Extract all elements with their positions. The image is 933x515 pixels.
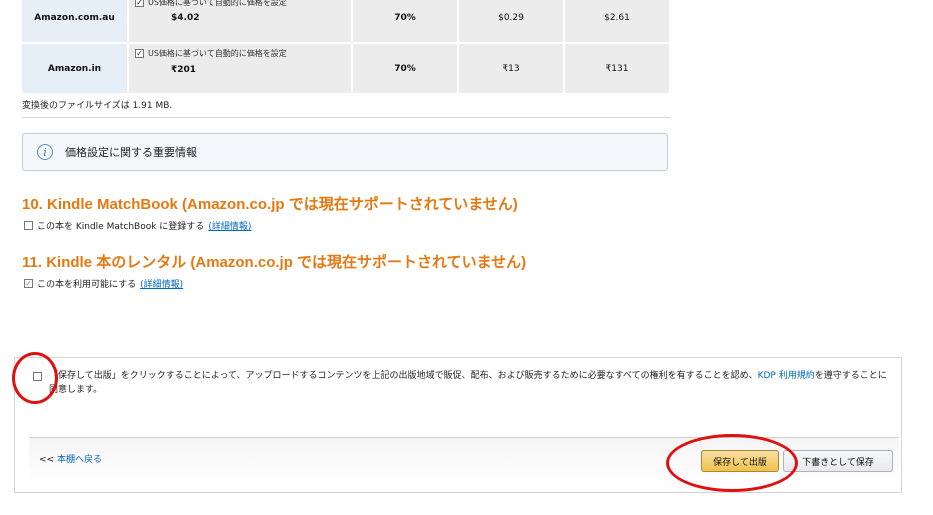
pricing-row: Amazon.in ✓ US価格に基づいて自動的に価格を設定 ₹201 70% … (22, 44, 669, 93)
auto-price-label: US価格に基づいて自動的に価格を設定 (148, 49, 287, 58)
list-price: $4.02 (171, 13, 200, 23)
lending-checkbox[interactable]: ✓ (24, 279, 33, 288)
matchbook-checkbox[interactable] (24, 221, 33, 230)
agreement-text: 「保存して出版」をクリックすることによって、アップロードするコンテンツを上記の出… (49, 371, 758, 381)
auto-price-checkbox[interactable]: ✓ (135, 49, 144, 58)
section-title-matchbook: 10. Kindle MatchBook (Amazon.co.jp では現在サ… (22, 196, 518, 213)
section-title-lending: 11. Kindle 本のレンタル (Amazon.co.jp では現在サポート… (22, 254, 527, 271)
royalty-rate: 70% (353, 0, 457, 42)
divider (22, 117, 670, 118)
footer-bar: << 本棚へ戻る 保存して出版 下書きとして保存 (29, 437, 899, 488)
lending-label: この本を利用可能にする (37, 280, 137, 290)
list-price: ₹201 (171, 65, 197, 75)
back-arrows: << (39, 455, 55, 465)
matchbook-details-link[interactable]: (詳細情報) (208, 219, 251, 232)
back-label: 本棚へ戻る (56, 455, 102, 465)
auto-price-option[interactable]: ✓ US価格に基づいて自動的に価格を設定 (135, 48, 287, 59)
market-name: Amazon.in (22, 44, 127, 93)
matchbook-option: この本を Kindle MatchBook に登録する (詳細情報) (24, 219, 251, 232)
delivery-fee: ₹13 (459, 44, 563, 93)
back-to-bookshelf-link[interactable]: << 本棚へ戻る (39, 452, 102, 465)
price-cell: ✓ US価格に基づいて自動的に価格を設定 ₹201 (129, 44, 351, 93)
pricing-info-box[interactable]: i 価格設定に関する重要情報 (22, 133, 668, 171)
lending-details-link[interactable]: (詳細情報) (140, 277, 183, 290)
file-size-text: 変換後のファイルサイズは 1.91 MB. (22, 101, 173, 111)
save-as-draft-button[interactable]: 下書きとして保存 (783, 450, 893, 472)
auto-price-checkbox[interactable]: ✓ (135, 0, 144, 7)
info-icon: i (37, 144, 53, 160)
kdp-terms-link[interactable]: KDP 利用規約 (758, 371, 815, 381)
market-name: Amazon.com.au (22, 0, 127, 42)
publish-panel: 「保存して出版」をクリックすることによって、アップロードするコンテンツを上記の出… (14, 357, 902, 493)
delivery-fee: $0.29 (459, 0, 563, 42)
royalty-amount: $2.61 (565, 0, 669, 42)
agreement: 「保存して出版」をクリックすることによって、アップロードするコンテンツを上記の出… (33, 369, 893, 397)
royalty-rate: 70% (353, 44, 457, 93)
auto-price-option[interactable]: ✓ US価格に基づいて自動的に価格を設定 (135, 0, 287, 8)
info-box-text: 価格設定に関する重要情報 (65, 146, 197, 159)
agreement-checkbox[interactable] (33, 372, 42, 381)
royalty-amount: ₹131 (565, 44, 669, 93)
matchbook-label: この本を Kindle MatchBook に登録する (37, 222, 205, 232)
pricing-row: Amazon.com.au ✓ US価格に基づいて自動的に価格を設定 $4.02… (22, 0, 669, 42)
lending-option: ✓ この本を利用可能にする (詳細情報) (24, 277, 183, 290)
save-and-publish-button[interactable]: 保存して出版 (701, 450, 779, 472)
auto-price-label: US価格に基づいて自動的に価格を設定 (148, 0, 287, 7)
price-cell: ✓ US価格に基づいて自動的に価格を設定 $4.02 (129, 0, 351, 42)
